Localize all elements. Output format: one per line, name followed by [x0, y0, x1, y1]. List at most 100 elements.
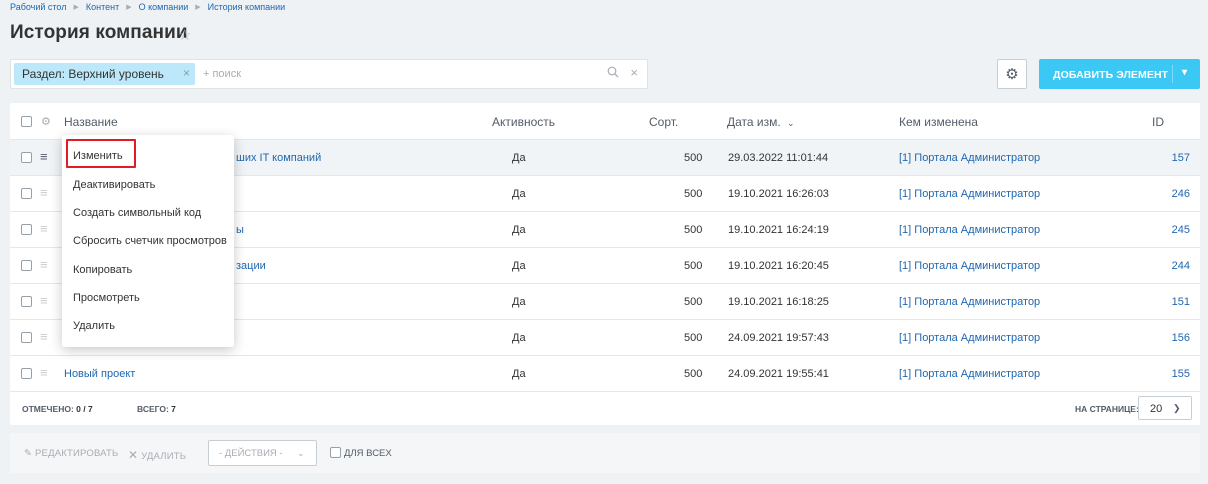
row-checkbox[interactable] [21, 224, 32, 235]
menu-icon[interactable]: ≡ [40, 185, 48, 200]
row-active: Да [512, 260, 526, 272]
menu-item-deactivate[interactable]: Деактивировать [73, 179, 155, 191]
row-editor-link[interactable]: [1] Портала Администратор [899, 296, 1040, 308]
delete-action-label: УДАЛИТЬ [141, 451, 187, 462]
close-icon: ✕ [128, 448, 139, 462]
pencil-icon: ✎ [24, 448, 33, 459]
row-checkbox[interactable] [21, 296, 32, 307]
breadcrumb-item-desktop[interactable]: Рабочий стол [10, 2, 67, 12]
search-icon[interactable] [607, 66, 619, 81]
add-element-label: ДОБАВИТЬ ЭЛЕМЕНТ [1053, 69, 1169, 81]
edit-action-label: РЕДАКТИРОВАТЬ [35, 448, 119, 459]
for-all-label: ДЛЯ ВСЕХ [344, 448, 392, 459]
breadcrumb-item-content[interactable]: Контент [86, 2, 119, 12]
row-editor-link[interactable]: [1] Портала Администратор [899, 332, 1040, 344]
row-id-link[interactable]: 157 [1172, 152, 1190, 164]
close-icon[interactable]: × [183, 66, 190, 80]
star-icon[interactable]: ☆ [178, 26, 191, 44]
actions-select-value: - ДЕЙСТВИЯ - [219, 448, 283, 459]
menu-item-create-code[interactable]: Создать символьный код [73, 207, 201, 219]
column-header-editor[interactable]: Кем изменена [899, 115, 978, 129]
row-editor-link[interactable]: [1] Портала Администратор [899, 260, 1040, 272]
page-title: История компании [10, 22, 188, 43]
row-sort: 500 [684, 224, 703, 236]
menu-item-delete[interactable]: Удалить [73, 320, 115, 332]
breadcrumb-item-about[interactable]: О компании [139, 2, 189, 12]
grid-settings-button[interactable]: ⚙ [997, 59, 1027, 89]
column-header-name[interactable]: Название [64, 115, 118, 129]
row-name-link[interactable]: Новый проект [64, 368, 135, 380]
column-header-sort[interactable]: Сорт. [649, 115, 678, 129]
row-date: 24.09.2021 19:57:43 [728, 332, 829, 344]
row-checkbox[interactable] [21, 332, 32, 343]
chevron-down-icon[interactable]: ▾ [1182, 67, 1187, 78]
row-checkbox[interactable] [21, 188, 32, 199]
filter-tag-label: Раздел: Верхний уровень [22, 67, 164, 81]
row-name-link[interactable]: ы [236, 224, 244, 236]
search-input[interactable]: + поиск [203, 68, 241, 80]
selected-count-value: 0 / 7 [76, 404, 93, 414]
row-checkbox[interactable] [21, 152, 32, 163]
row-name-link[interactable]: ших IT компаний [236, 152, 321, 164]
row-date: 19.10.2021 16:20:45 [728, 260, 829, 272]
row-sort: 500 [684, 296, 703, 308]
per-page-value: 20 [1150, 403, 1163, 415]
column-header-date[interactable]: Дата изм. ⌄ [727, 115, 795, 129]
row-date: 19.10.2021 16:26:03 [728, 188, 829, 200]
row-sort: 500 [684, 260, 703, 272]
total-count-label: ВСЕГО: [137, 404, 169, 414]
row-sort: 500 [684, 368, 703, 380]
chevron-down-icon: ❯ [1173, 403, 1181, 413]
menu-icon[interactable]: ≡ [40, 293, 48, 308]
row-sort: 500 [684, 188, 703, 200]
menu-icon[interactable]: ≡ [40, 257, 48, 272]
filter-search-bar[interactable]: Раздел: Верхний уровень × + поиск × [10, 59, 648, 89]
row-context-menu: Изменить Деактивировать Создать символьн… [62, 135, 234, 347]
row-checkbox[interactable] [21, 368, 32, 379]
menu-icon[interactable]: ≡ [40, 329, 48, 344]
row-active: Да [512, 368, 526, 380]
filter-tag-section[interactable]: Раздел: Верхний уровень × [14, 63, 195, 85]
delete-action-button[interactable]: ✕ УДАЛИТЬ [128, 448, 186, 462]
row-id-link[interactable]: 155 [1172, 368, 1190, 380]
breadcrumb-item-history[interactable]: История компании [208, 2, 286, 12]
button-divider [1172, 65, 1173, 83]
breadcrumb: Рабочий стол ▶ Контент ▶ О компании ▶ Ис… [10, 1, 285, 13]
gear-icon[interactable]: ⚙ [41, 115, 51, 128]
row-active: Да [512, 296, 526, 308]
per-page-label: НА СТРАНИЦЕ: [1075, 404, 1139, 414]
row-checkbox[interactable] [21, 260, 32, 271]
row-name-link[interactable]: зации [236, 260, 266, 272]
select-all-checkbox[interactable] [21, 116, 32, 127]
gear-icon: ⚙ [1005, 66, 1019, 83]
row-editor-link[interactable]: [1] Портала Администратор [899, 188, 1040, 200]
menu-item-view[interactable]: Просмотреть [73, 292, 140, 304]
table-row[interactable]: ≡ Новый проект Да 500 24.09.2021 19:55:4… [10, 356, 1200, 392]
menu-icon[interactable]: ≡ [40, 221, 48, 236]
clear-icon[interactable]: × [630, 65, 638, 80]
menu-icon[interactable]: ≡ [40, 365, 48, 380]
row-id-link[interactable]: 156 [1172, 332, 1190, 344]
row-editor-link[interactable]: [1] Портала Администратор [899, 152, 1040, 164]
row-id-link[interactable]: 245 [1172, 224, 1190, 236]
highlight-box [66, 139, 136, 168]
per-page-select[interactable]: 20 ❯ [1138, 396, 1192, 420]
row-active: Да [512, 332, 526, 344]
row-editor-link[interactable]: [1] Портала Администратор [899, 224, 1040, 236]
menu-icon[interactable]: ≡ [40, 149, 48, 164]
for-all-checkbox[interactable] [330, 447, 341, 458]
row-active: Да [512, 152, 526, 164]
actions-select[interactable]: - ДЕЙСТВИЯ - ⌄ [208, 440, 317, 466]
menu-item-reset-views[interactable]: Сбросить счетчик просмотров [73, 235, 227, 247]
edit-action-button[interactable]: ✎ РЕДАКТИРОВАТЬ [24, 448, 118, 459]
row-id-link[interactable]: 151 [1172, 296, 1190, 308]
row-active: Да [512, 188, 526, 200]
row-id-link[interactable]: 246 [1172, 188, 1190, 200]
row-id-link[interactable]: 244 [1172, 260, 1190, 272]
menu-item-copy[interactable]: Копировать [73, 264, 132, 276]
add-element-button[interactable]: ДОБАВИТЬ ЭЛЕМЕНТ ▾ [1039, 59, 1200, 89]
column-header-id[interactable]: ID [1152, 115, 1164, 129]
row-editor-link[interactable]: [1] Портала Администратор [899, 368, 1040, 380]
selected-count: ОТМЕЧЕНО: 0 / 7 [22, 404, 93, 414]
column-header-active[interactable]: Активность [492, 115, 555, 129]
